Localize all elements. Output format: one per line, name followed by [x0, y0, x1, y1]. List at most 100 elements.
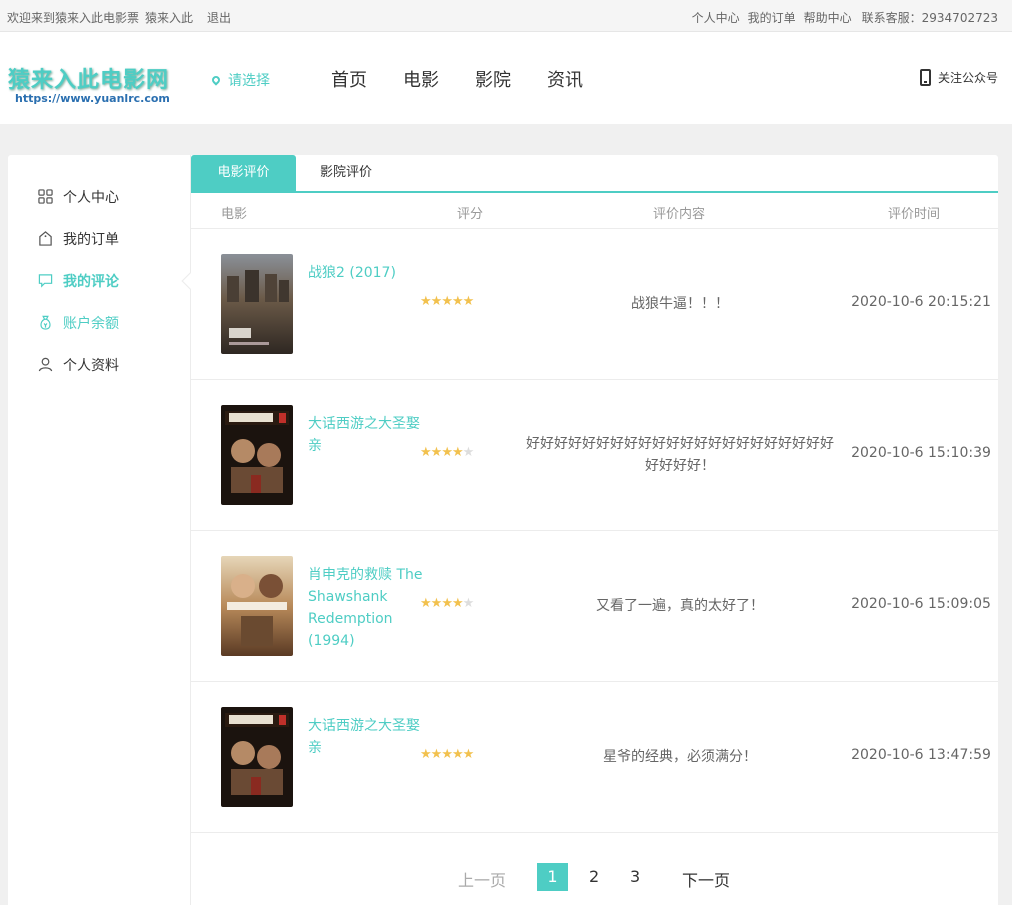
tab-movie-reviews[interactable]: 电影评价 — [191, 155, 296, 191]
sidebar-item-my-orders[interactable]: 我的订单 — [38, 229, 119, 249]
top-links: 个人中心 我的订单 帮助中心 联系客服：2934702723 — [684, 9, 998, 26]
site-logo[interactable]: 猿来入此电影网 https://www.yuanlrc.com — [8, 62, 170, 105]
sidebar-item-label: 账户余额 — [63, 316, 119, 332]
star-icon: ★ — [420, 445, 432, 460]
nav-cinemas[interactable]: 影院 — [475, 70, 511, 91]
top-link-personal-center[interactable]: 个人中心 — [692, 11, 740, 25]
username[interactable]: 猿来入此 — [145, 11, 193, 25]
star-icon: ★ — [430, 747, 443, 762]
movie-title[interactable]: 肖申克的救赎 The Shawshank Redemption (1994) — [308, 564, 428, 652]
column-header-rating: 评分 — [457, 207, 484, 222]
star-icon: ★ — [430, 294, 443, 309]
follow-label: 关注公众号 — [937, 71, 998, 85]
pagination: 上一页 1 2 3 下一页 — [191, 863, 998, 893]
movie-title[interactable]: 大话西游之大圣娶亲 — [308, 715, 428, 759]
nav-movies[interactable]: 电影 — [403, 70, 439, 91]
city-label: 请选择 — [228, 73, 270, 89]
star-icon: ★ — [441, 747, 453, 762]
sidebar-item-profile[interactable]: 个人资料 — [38, 355, 119, 375]
rating-stars: ★★★★★ — [420, 445, 475, 460]
review-time: 2020-10-6 15:10:39 — [851, 445, 991, 461]
column-header-time: 评价时间 — [888, 207, 941, 222]
prev-page-button[interactable]: 上一页 — [458, 867, 506, 891]
half-star-icon: ★ — [462, 445, 475, 460]
movie-title[interactable]: 大话西游之大圣娶亲 — [308, 413, 428, 457]
table-header: 电影 评分 评价内容 评价时间 — [191, 193, 998, 229]
logout-link[interactable]: 退出 — [207, 11, 231, 25]
star-icon: ★ — [441, 445, 453, 460]
star-icon: ★ — [441, 294, 453, 309]
comment-icon — [38, 274, 53, 288]
next-page-button[interactable]: 下一页 — [682, 867, 730, 891]
review-time: 2020-10-6 13:47:59 — [851, 747, 991, 763]
bag-icon — [39, 231, 52, 246]
star-icon: ★ — [451, 294, 464, 309]
location-pin-icon — [210, 74, 222, 86]
star-icon: ★ — [441, 596, 453, 611]
review-content: 又看了一遍，真的太好了！ — [596, 598, 764, 614]
main-nav: 首页 电影 影院 资讯 — [331, 66, 619, 92]
logo-text: 猿来入此电影网 — [8, 68, 170, 93]
movie-title[interactable]: 战狼2 (2017) — [308, 262, 428, 284]
nav-home[interactable]: 首页 — [331, 70, 367, 91]
column-header-content: 评价内容 — [653, 207, 706, 222]
rating-stars: ★★★★★ — [420, 747, 475, 762]
welcome-area: 欢迎来到猿来入此电影票 猿来入此 退出 — [7, 9, 237, 26]
star-icon: ★ — [451, 747, 464, 762]
phone-icon — [919, 69, 931, 86]
sidebar-item-personal-center[interactable]: 个人中心 — [38, 187, 119, 207]
rating-stars: ★★★★★ — [420, 294, 475, 309]
sidebar-item-label: 个人资料 — [63, 358, 119, 374]
column-header-movie: 电影 — [221, 207, 248, 222]
user-icon — [38, 357, 53, 372]
review-content: 星爷的经典，必须满分！ — [603, 749, 757, 765]
star-icon: ★ — [420, 596, 432, 611]
page-3-button[interactable]: 3 — [630, 867, 640, 886]
city-selector[interactable]: 请选择 — [210, 70, 270, 90]
main-panel: 个人中心 我的订单 我的评论 账户余额 个人资料 电影评价 影院评价 电影 评分… — [8, 155, 998, 905]
review-tabs: 电影评价 影院评价 — [191, 155, 998, 193]
table-row: 大话西游之大圣娶亲 ★★★★★ 星爷的经典，必须满分！ 2020-10-6 13… — [191, 682, 998, 833]
welcome-text: 欢迎来到猿来入此电影票 — [7, 11, 140, 25]
nav-news[interactable]: 资讯 — [547, 70, 583, 91]
movie-poster[interactable] — [221, 405, 293, 505]
movie-poster[interactable] — [221, 707, 293, 807]
review-time: 2020-10-6 15:09:05 — [851, 596, 991, 612]
top-link-my-orders[interactable]: 我的订单 — [748, 11, 796, 25]
sidebar-item-label: 我的订单 — [63, 232, 119, 248]
half-star-icon: ★ — [462, 596, 475, 611]
grid-icon — [38, 189, 53, 204]
site-header: 猿来入此电影网 https://www.yuanlrc.com 请选择 首页 电影… — [0, 32, 1012, 124]
page-1-button[interactable]: 1 — [537, 863, 568, 891]
star-icon: ★ — [462, 294, 475, 309]
review-content: 战狼牛逼！！！ — [631, 296, 729, 312]
table-row: 肖申克的救赎 The Shawshank Redemption (1994) ★… — [191, 531, 998, 682]
star-icon: ★ — [430, 596, 443, 611]
star-icon: ★ — [420, 747, 432, 762]
table-row: 战狼2 (2017) ★★★★★ 战狼牛逼！！！ 2020-10-6 20:15… — [191, 229, 998, 380]
sidebar-item-account-balance[interactable]: 账户余额 — [38, 313, 119, 333]
page-2-button[interactable]: 2 — [589, 867, 599, 886]
customer-service: 联系客服：2934702723 — [861, 11, 998, 25]
top-link-help-center[interactable]: 帮助中心 — [804, 11, 852, 25]
sidebar-item-label: 我的评论 — [63, 274, 119, 290]
star-icon: ★ — [420, 294, 432, 309]
review-content: 好好好好好好好好好好好好好好好好好好好好好好好好好好！ — [526, 436, 834, 474]
movie-poster[interactable] — [221, 556, 293, 656]
money-bag-icon — [40, 315, 51, 330]
star-icon: ★ — [451, 445, 464, 460]
logo-url: https://www.yuanlrc.com — [15, 92, 170, 105]
follow-official-account[interactable]: 关注公众号 — [919, 69, 998, 86]
table-row: 大话西游之大圣娶亲 ★★★★★ 好好好好好好好好好好好好好好好好好好好好好好好好… — [191, 380, 998, 531]
comments-content: 电影评价 影院评价 电影 评分 评价内容 评价时间 战狼2 (2017) ★★★… — [191, 155, 998, 905]
tab-cinema-reviews[interactable]: 影院评价 — [296, 155, 396, 191]
top-bar: 欢迎来到猿来入此电影票 猿来入此 退出 个人中心 我的订单 帮助中心 联系客服：29347… — [0, 0, 1012, 32]
sidebar-item-label: 个人中心 — [63, 190, 119, 206]
star-icon: ★ — [430, 445, 443, 460]
star-icon: ★ — [462, 747, 475, 762]
rating-stars: ★★★★★ — [420, 596, 475, 611]
star-icon: ★ — [451, 596, 464, 611]
movie-poster[interactable] — [221, 254, 293, 354]
sidebar: 个人中心 我的订单 我的评论 账户余额 个人资料 — [8, 155, 199, 905]
sidebar-item-my-comments[interactable]: 我的评论 — [38, 271, 119, 291]
